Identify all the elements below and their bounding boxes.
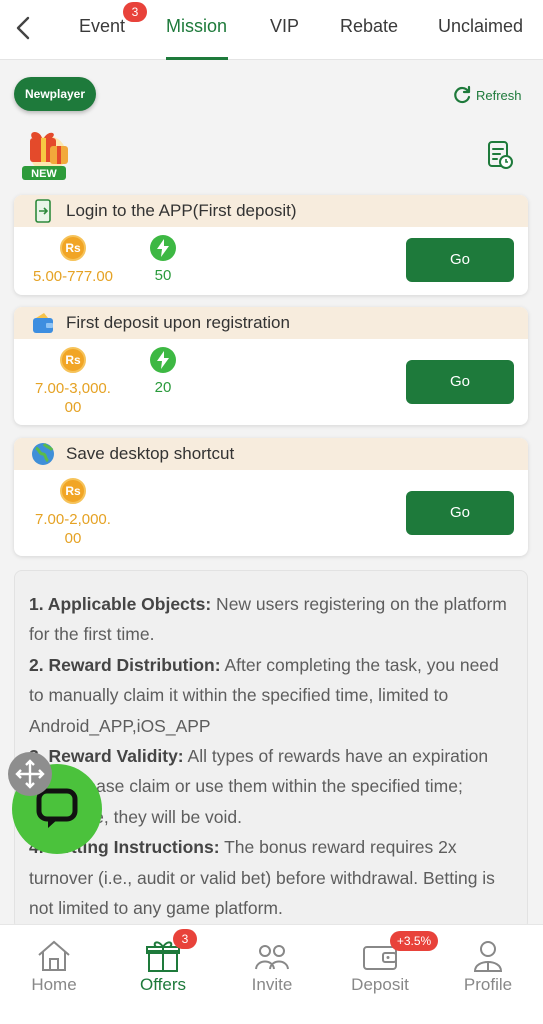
rule-item: 1. Applicable Objects: New users registe…	[29, 594, 507, 645]
points-amount: 20	[154, 379, 172, 396]
nav-invite[interactable]: Invite	[227, 939, 317, 995]
rules-panel: 1. Applicable Objects: New users registe…	[14, 570, 528, 930]
task-title-row: First deposit upon registration	[14, 307, 528, 339]
profile-icon	[473, 941, 503, 972]
offers-badge: 3	[173, 929, 197, 949]
rule-item: 4. Betting Instructions: The bonus rewar…	[29, 837, 495, 919]
cash-reward: Rs 5.00-777.00	[28, 235, 118, 286]
cash-reward-amount-line2: 00	[64, 399, 82, 416]
back-icon[interactable]	[12, 14, 36, 42]
tab-vip[interactable]: VIP	[270, 16, 299, 37]
coin-icon: Rs	[60, 347, 86, 373]
refresh-label: Refresh	[476, 87, 522, 103]
cash-reward-amount: 5.00-777.00	[32, 268, 114, 285]
nav-profile[interactable]: Profile	[443, 939, 533, 995]
rule-item: 3. Reward Validity: All types of rewards…	[29, 746, 489, 827]
points-reward: 50	[138, 235, 188, 284]
bolt-icon	[150, 235, 176, 261]
cash-reward-amount-line1: 7.00-2,000.	[35, 511, 111, 528]
nav-offers[interactable]: Offers	[118, 939, 208, 995]
refresh-button[interactable]: Refresh	[452, 84, 522, 106]
bolt-icon	[150, 347, 176, 373]
phone-icon	[30, 198, 56, 224]
deposit-bonus-badge: +3.5%	[390, 931, 438, 951]
tab-mission[interactable]: Mission	[166, 16, 227, 37]
task-card-desktop-shortcut: Save desktop shortcut Rs 7.00-2,000. 00 …	[14, 438, 528, 556]
refresh-icon	[454, 85, 471, 104]
task-title: Login to the APP(First deposit)	[66, 201, 297, 220]
go-button[interactable]: Go	[406, 491, 514, 535]
coin-icon: Rs	[60, 235, 86, 261]
wallet-icon	[30, 310, 56, 336]
coin-icon: Rs	[60, 478, 86, 504]
points-reward: 20	[138, 347, 188, 396]
tab-event[interactable]: Event	[79, 16, 125, 37]
task-card-login-app: Login to the APP(First deposit) Rs 5.00-…	[14, 195, 528, 295]
invite-icon	[255, 945, 289, 970]
tab-rebate[interactable]: Rebate	[340, 16, 398, 37]
points-amount: 50	[154, 267, 172, 284]
task-title-row: Login to the APP(First deposit)	[14, 195, 528, 227]
cash-reward: Rs 7.00-2,000. 00	[28, 478, 118, 548]
nav-home[interactable]: Home	[9, 939, 99, 995]
record-icon[interactable]	[486, 140, 514, 170]
event-badge: 3	[123, 2, 147, 22]
move-icon[interactable]	[8, 752, 52, 796]
cash-reward-amount-line2: 00	[64, 530, 82, 547]
task-card-first-deposit: First deposit upon registration Rs 7.00-…	[14, 307, 528, 425]
top-tab-bar: Event 3 Mission VIP Rebate Unclaimed	[0, 0, 543, 60]
task-title: Save desktop shortcut	[66, 444, 235, 463]
go-button[interactable]: Go	[406, 360, 514, 404]
go-button[interactable]: Go	[406, 238, 514, 282]
tab-unclaimed[interactable]: Unclaimed	[438, 16, 523, 37]
task-title: First deposit upon registration	[66, 313, 290, 332]
task-title-row: Save desktop shortcut	[14, 438, 528, 470]
bottom-nav: Home Offers 3 Invite Deposit +3.5% Profi…	[0, 924, 543, 1024]
home-icon	[38, 940, 70, 971]
cash-reward: Rs 7.00-3,000. 00	[28, 347, 118, 417]
new-tag: NEW	[31, 168, 57, 180]
rule-item: 2. Reward Distribution: After completing…	[29, 654, 499, 736]
gift-icon: NEW	[18, 130, 78, 182]
newplayer-button[interactable]: Newplayer	[14, 77, 96, 111]
cash-reward-amount-line1: 7.00-3,000.	[35, 380, 111, 397]
globe-icon	[30, 441, 56, 467]
